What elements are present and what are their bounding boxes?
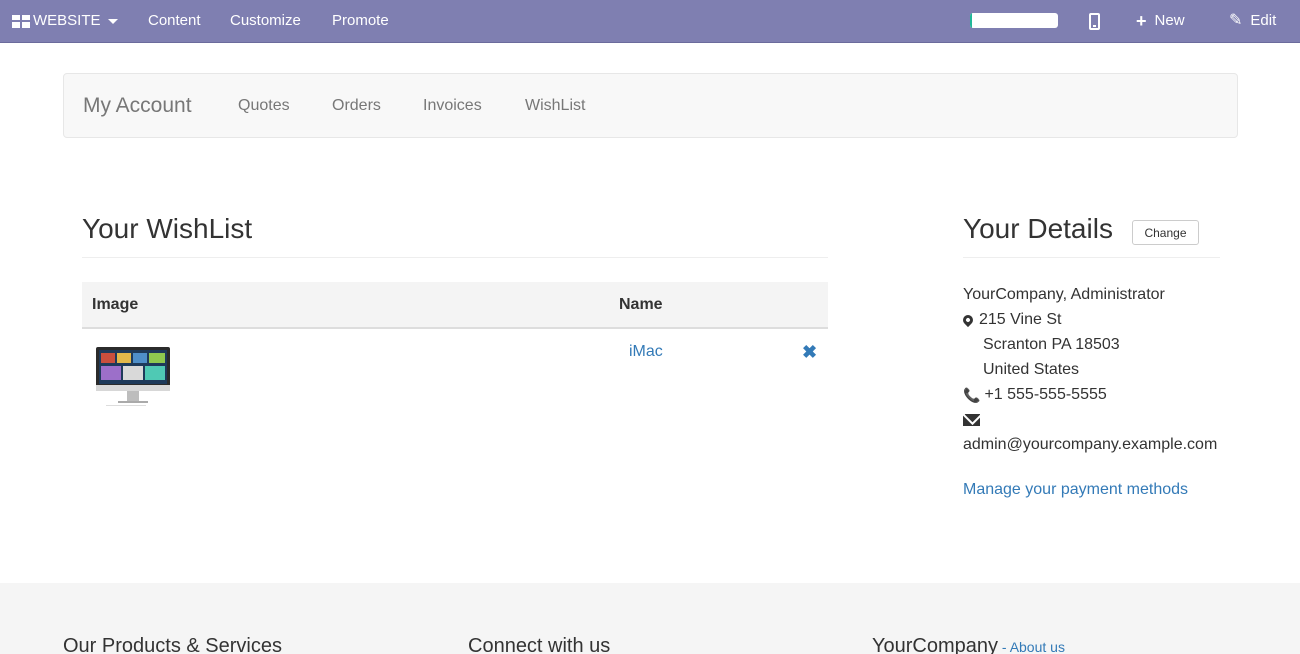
account-navbar: My Account Quotes Orders Invoices WishLi… [63,73,1238,138]
wishlist-title: Your WishList [82,213,253,244]
envelope-icon [963,414,980,426]
nav-link-orders[interactable]: Orders [332,97,381,115]
remove-from-wishlist-icon[interactable]: ✖ [802,342,817,363]
wishlist-table: Image Name iMac ✖ [82,282,828,429]
phone-icon: 📞 [963,386,981,403]
wishlist-table-header: Image Name [82,282,828,329]
column-header-name: Name [619,296,663,313]
imac-thumbnail-image[interactable] [96,347,170,407]
promote-menu[interactable]: Promote [332,12,389,30]
website-menu-label: WEBSITE [33,12,101,29]
content-menu[interactable]: Content [148,12,201,30]
website-admin-bar: WEBSITE Content Customize Promote + New … [0,0,1300,43]
new-button[interactable]: + New [1136,12,1185,30]
manage-payment-methods-link[interactable]: Manage your payment methods [963,481,1188,499]
table-row: iMac ✖ [82,329,828,429]
nav-link-wishlist[interactable]: WishList [525,97,585,115]
new-button-label: New [1154,12,1185,29]
progress-fill [970,13,972,28]
footer-connect-heading: Connect with us [468,635,611,654]
wishlist-divider [82,257,828,258]
footer-about-separator: - [998,639,1010,654]
website-menu[interactable]: WEBSITE [12,12,118,30]
mobile-preview-icon[interactable] [1089,13,1100,30]
details-street: 215 Vine St [960,311,1062,329]
footer-about-link[interactable]: About us [1010,639,1065,654]
onboarding-progress-bar[interactable] [970,13,1058,28]
edit-button[interactable]: ✎ Edit [1229,12,1276,30]
details-title: Your Details [963,213,1113,244]
product-link-imac[interactable]: iMac [629,343,663,361]
column-header-image: Image [92,296,139,313]
plus-icon: + [1136,11,1147,31]
details-phone: 📞 +1 555-555-5555 [963,386,1107,404]
details-divider [963,257,1220,258]
street-text: 215 Vine St [979,311,1062,328]
apps-grid-icon [12,14,30,28]
footer-company-heading: YourCompany - About us [872,635,1065,654]
map-marker-icon [960,312,976,328]
my-account-brand[interactable]: My Account [83,94,192,118]
change-details-button[interactable]: Change [1132,220,1199,245]
customize-menu[interactable]: Customize [230,12,301,30]
nav-link-invoices[interactable]: Invoices [423,97,482,115]
footer-company-name: YourCompany [872,635,999,654]
phone-text: +1 555-555-5555 [984,386,1107,403]
footer-products-heading: Our Products & Services [63,635,282,654]
details-company-name: YourCompany, Administrator [963,286,1165,303]
edit-button-label: Edit [1250,12,1277,29]
details-email-icon-row [963,413,980,431]
caret-down-icon [107,18,118,24]
details-email: admin@yourcompany.example.com [963,436,1218,453]
footer: Our Products & Services Connect with us … [0,583,1300,654]
nav-link-quotes[interactable]: Quotes [238,97,290,115]
details-city-line: Scranton PA 18503 [983,336,1120,353]
details-country: United States [983,361,1080,378]
pencil-icon: ✎ [1229,12,1243,29]
